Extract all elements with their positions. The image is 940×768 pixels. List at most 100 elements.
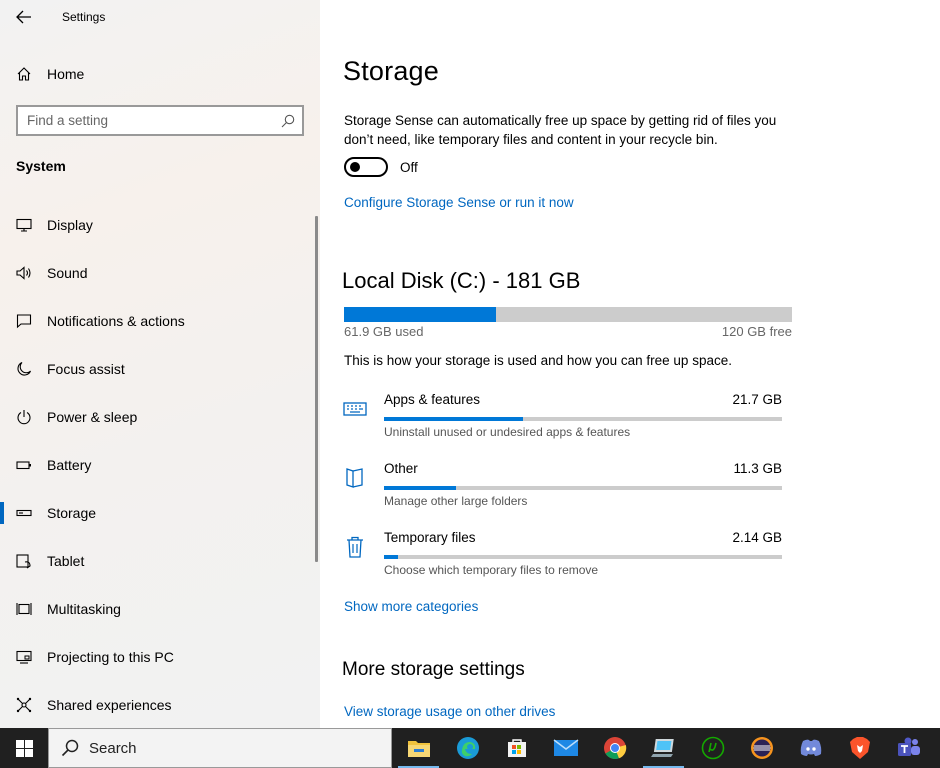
sidebar-item-tablet[interactable]: Tablet: [0, 537, 316, 585]
multitasking-icon: [0, 601, 47, 617]
configure-storage-sense-link[interactable]: Configure Storage Sense or run it now: [344, 195, 574, 210]
keyboard-icon: [342, 396, 368, 422]
sidebar: Settings Home System Display Sound Notif…: [0, 0, 320, 728]
section-title: System: [16, 158, 66, 174]
taskbar-search-label: Search: [89, 739, 137, 757]
category-bar-fill: [384, 486, 456, 490]
file-explorer-icon: [407, 741, 430, 757]
sidebar-item-label: Focus assist: [47, 361, 125, 377]
shared-experiences-icon: [0, 697, 47, 713]
storage-sense-toggle[interactable]: [344, 157, 388, 177]
category-apps-features[interactable]: Apps & features 21.7 GB Uninstall unused…: [342, 392, 784, 452]
trash-icon: [342, 534, 368, 560]
storage-sense-description: Storage Sense can automatically free up …: [344, 113, 777, 147]
show-more-categories-link[interactable]: Show more categories: [344, 599, 478, 614]
sidebar-item-notifications[interactable]: Notifications & actions: [0, 297, 316, 345]
start-button[interactable]: [0, 728, 48, 768]
category-bar-fill: [384, 555, 398, 559]
taskbar-chrome[interactable]: [590, 728, 639, 768]
sidebar-item-label: Projecting to this PC: [47, 649, 174, 665]
sidebar-item-sound[interactable]: Sound: [0, 249, 316, 297]
usage-description: This is how your storage is used and how…: [344, 353, 732, 368]
taskbar-search[interactable]: Search: [48, 728, 392, 768]
category-size: 2.14 GB: [732, 530, 782, 545]
category-name: Other: [384, 461, 418, 476]
sound-icon: [0, 265, 47, 281]
main-content: Storage Storage Sense can automatically …: [320, 0, 940, 728]
taskbar-store[interactable]: [492, 728, 541, 768]
sidebar-item-label: Shared experiences: [47, 697, 172, 713]
sidebar-item-label: Storage: [47, 505, 97, 521]
battery-icon: [0, 457, 47, 473]
category-size: 21.7 GB: [732, 392, 782, 407]
sidebar-item-storage[interactable]: Storage: [0, 489, 316, 537]
sidebar-item-projecting[interactable]: Projecting to this PC: [0, 633, 316, 681]
sidebar-item-focus-assist[interactable]: Focus assist: [0, 345, 316, 393]
app-title: Settings: [62, 10, 106, 24]
upwork-icon: [701, 736, 724, 760]
category-description: Uninstall unused or undesired apps & fea…: [384, 425, 631, 439]
category-description: Manage other large folders: [384, 494, 528, 508]
more-storage-settings-heading: More storage settings: [342, 659, 525, 680]
discord-icon: [800, 739, 821, 756]
search-input[interactable]: [27, 113, 277, 128]
sidebar-scrollbar[interactable]: [315, 216, 318, 562]
disk-free-label: 120 GB free: [721, 324, 792, 339]
power-icon: [0, 409, 47, 425]
teams-icon: [897, 737, 920, 756]
chrome-icon: [603, 737, 626, 760]
category-description: Choose which temporary files to remove: [384, 563, 599, 577]
category-name: Temporary files: [384, 530, 476, 545]
sidebar-item-multitasking[interactable]: Multitasking: [0, 585, 316, 633]
settings-app-icon: [650, 739, 674, 757]
back-arrow-icon: [16, 10, 31, 24]
windows-logo-icon: [15, 739, 33, 757]
display-icon: [0, 217, 47, 233]
sidebar-item-label: Sound: [47, 265, 88, 281]
category-temporary-files[interactable]: Temporary files 2.14 GB Choose which tem…: [342, 530, 784, 590]
notifications-icon: [0, 313, 47, 329]
taskbar-file-explorer[interactable]: [394, 728, 443, 768]
taskbar-edge[interactable]: [443, 728, 492, 768]
moon-icon: [0, 361, 47, 377]
edge-icon: [456, 737, 479, 759]
other-files-icon: [342, 465, 368, 491]
storage-icon: [0, 505, 47, 521]
category-bar: [384, 417, 782, 421]
taskbar-brave[interactable]: [835, 728, 884, 768]
back-button[interactable]: [10, 4, 38, 30]
projecting-icon: [0, 649, 47, 665]
category-bar: [384, 486, 782, 490]
taskbar-eclipse[interactable]: [737, 728, 786, 768]
category-bar: [384, 555, 782, 559]
home-icon: [0, 66, 47, 82]
mail-icon: [553, 739, 578, 756]
store-icon: [507, 739, 526, 757]
sidebar-item-label: Multitasking: [47, 601, 121, 617]
category-size: 11.3 GB: [733, 461, 782, 476]
sidebar-item-display[interactable]: Display: [0, 201, 316, 249]
category-other[interactable]: Other 11.3 GB Manage other large folders: [342, 461, 784, 521]
category-bar-fill: [384, 417, 524, 421]
taskbar-upwork[interactable]: [688, 728, 737, 768]
taskbar-mail[interactable]: [541, 728, 590, 768]
home-label: Home: [47, 66, 85, 82]
taskbar: Search: [0, 728, 940, 768]
taskbar-discord[interactable]: [786, 728, 835, 768]
eclipse-icon: [750, 737, 773, 759]
brave-icon: [849, 737, 870, 759]
find-setting-search[interactable]: [16, 105, 304, 136]
disk-usage-bar: [344, 307, 792, 322]
tablet-icon: [0, 553, 47, 569]
disk-used-label: 61.9 GB used: [344, 324, 424, 339]
sidebar-item-power-sleep[interactable]: Power & sleep: [0, 393, 316, 441]
toggle-state-label: Off: [400, 160, 418, 175]
page-title: Storage: [343, 56, 439, 86]
category-name: Apps & features: [384, 392, 481, 407]
sidebar-item-home[interactable]: Home: [0, 58, 320, 90]
taskbar-settings-app[interactable]: [639, 728, 688, 768]
sidebar-item-shared-experiences[interactable]: Shared experiences: [0, 681, 316, 729]
view-other-drives-link[interactable]: View storage usage on other drives: [344, 704, 555, 719]
sidebar-item-battery[interactable]: Battery: [0, 441, 316, 489]
taskbar-teams[interactable]: [884, 728, 933, 768]
